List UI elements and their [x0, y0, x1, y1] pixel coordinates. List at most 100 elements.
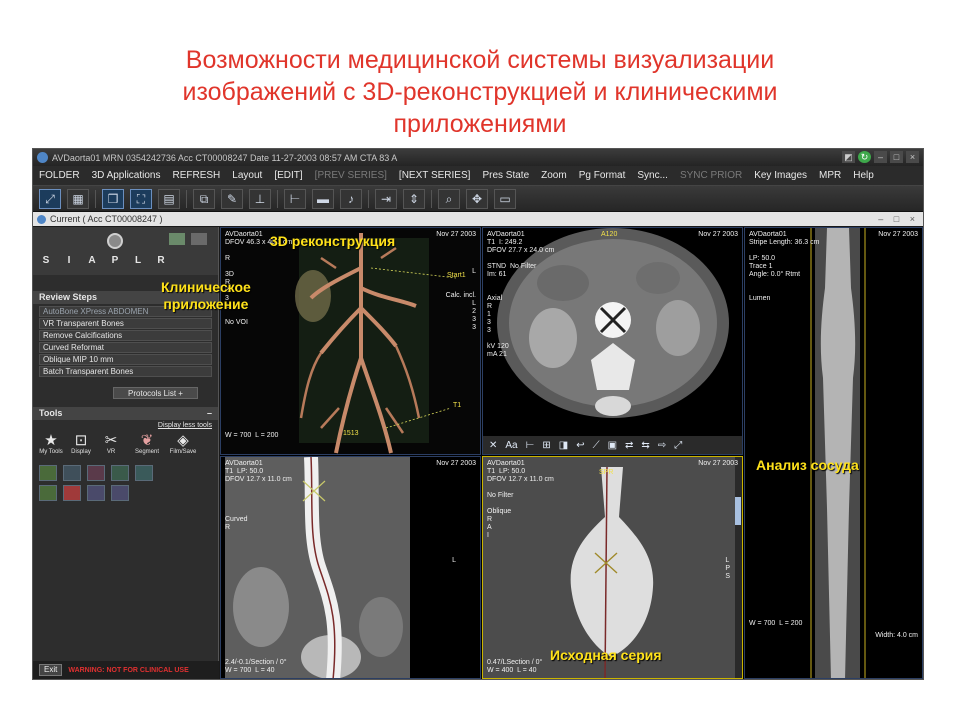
review-step-item[interactable]: Curved Reformat [39, 342, 212, 353]
refresh-icon[interactable]: ↻ [858, 151, 871, 163]
axis-icon[interactable]: ⊥ [249, 188, 271, 209]
viewport-curved-reformat[interactable]: AVDaorta01 T1 LP: 50.0 DFOV 12.7 x 11.0 … [220, 456, 481, 679]
grid-layout-icon[interactable]: ▦ [67, 188, 89, 209]
patient-table-icon[interactable]: ⛶ [130, 188, 152, 209]
film-strip-icon[interactable]: ▭ [494, 188, 516, 209]
menu-item-help[interactable]: Help [847, 170, 880, 181]
curved-orientation-label: L [452, 557, 456, 564]
viewport-3d-reconstruction[interactable]: AVDaorta01 DFOV 46.3 x 40.1 cm R 3D R 2 … [220, 227, 481, 455]
menu-item-sync[interactable]: Sync... [631, 170, 674, 181]
segment-tool-icon[interactable] [111, 465, 129, 481]
roi-icon[interactable]: ▣ [608, 440, 617, 451]
microphone-icon[interactable]: ♪ [340, 188, 362, 209]
up-down-icon[interactable]: ⇕ [403, 188, 425, 209]
zoom-icon[interactable]: ⌕ [438, 188, 460, 209]
menu-item-layout[interactable]: Layout [226, 170, 268, 181]
save-icon[interactable]: ▬ [312, 188, 334, 209]
menu-item-pg-format[interactable]: Pg Format [573, 170, 632, 181]
segment-tool-icon[interactable] [39, 465, 57, 481]
menu-item-sync-prior: SYNC PRIOR [679, 170, 743, 181]
orient-button-s[interactable]: S [39, 255, 53, 266]
collapse-icon[interactable]: – [207, 407, 212, 420]
my-tools-button[interactable]: ★ My Tools [39, 433, 63, 456]
film-save-tool-button[interactable]: ◈ Film/Save [170, 433, 197, 456]
arrow-right-icon[interactable]: ⇆ [641, 440, 649, 451]
copy-icon[interactable]: ⧉ [193, 188, 215, 209]
reformat-icon[interactable]: ⊞ [542, 440, 550, 451]
menu-item-edit[interactable]: [EDIT] [268, 170, 308, 181]
menu-item-pres-state[interactable]: Pres State [476, 170, 535, 181]
orient-button-i[interactable]: I [62, 255, 76, 266]
maximize-icon[interactable]: □ [890, 151, 903, 163]
menu-item-folder[interactable]: FOLDER [33, 170, 86, 181]
film-save-mini-icon[interactable] [191, 233, 207, 245]
review-step-item[interactable]: Remove Calcifications [39, 330, 212, 341]
segment-tool-icon[interactable] [87, 465, 105, 481]
segment-tool-icon[interactable] [39, 485, 57, 501]
orient-button-l[interactable]: L [131, 255, 145, 266]
display-less-tools-link[interactable]: Display less tools [33, 422, 218, 429]
ruler-icon[interactable]: ⊢ [284, 188, 306, 209]
display-tool-button[interactable]: ⊡ Display [69, 433, 93, 456]
exit-button[interactable]: Exit [39, 664, 63, 676]
menu-item-next-series[interactable]: [NEXT SERIES] [393, 170, 477, 181]
arrow-left-icon[interactable]: ⇄ [625, 440, 633, 451]
orientation-wheel-icon[interactable] [107, 233, 123, 249]
protocols-list-button[interactable]: Protocols List + [113, 387, 198, 399]
vr-icon: ✂ [104, 432, 118, 449]
menu-item-mpr[interactable]: MPR [813, 170, 847, 181]
tools-header: Tools – [33, 407, 218, 420]
measure-icon[interactable]: ⟋ [593, 440, 600, 451]
viewport-axial[interactable]: AVDaorta01 T1 I: 249.2 DFOV 27.7 x 24.0 … [482, 227, 743, 455]
menu-item-refresh[interactable]: REFRESH [167, 170, 227, 181]
toolbar-divider [431, 189, 432, 208]
callout-source-series: Исходная серия [550, 647, 662, 663]
vr-tool-button[interactable]: ✂ VR [99, 432, 123, 456]
menu-item-3d-applications[interactable]: 3D Applications [86, 170, 167, 181]
3d-icon[interactable]: ◨ [559, 440, 568, 451]
orientation-buttons: S I A P L R [39, 255, 168, 266]
review-step-item[interactable]: Oblique MIP 10 mm [39, 354, 212, 365]
display-icon[interactable] [169, 233, 185, 245]
text-annotation-icon[interactable]: ✕ [489, 440, 497, 451]
segment-tool-icon[interactable] [63, 485, 81, 501]
close-icon[interactable]: × [906, 151, 919, 163]
viewport-vessel-lumen[interactable]: AVDaorta01 Stripe Length: 36.3 cm LP: 50… [744, 227, 923, 679]
tool-label: Segment [134, 449, 159, 455]
font-icon[interactable]: Aa [505, 440, 517, 451]
cube-icon[interactable]: ❒ [102, 188, 124, 209]
export-icon[interactable]: ⇥ [375, 188, 397, 209]
oblique-overlay-date: Nov 27 2003 [698, 460, 738, 467]
menu-item-zoom[interactable]: Zoom [535, 170, 573, 181]
lumen-width: Width: 4.0 cm [875, 632, 918, 639]
film-icon[interactable]: ▤ [158, 188, 180, 209]
oblique-overlay-bottom-left: 0.47/LSection / 0° W = 400 L = 40 [487, 659, 543, 674]
wand-icon[interactable]: ✎ [221, 188, 243, 209]
vr-window-level: W = 700 L = 200 [225, 432, 279, 439]
minimize-icon[interactable]: – [874, 151, 887, 163]
segment-tool-icon[interactable] [111, 485, 129, 501]
document-controls[interactable]: – □ × [878, 214, 919, 224]
orient-button-p[interactable]: P [108, 255, 122, 266]
orient-button-a[interactable]: A [85, 255, 99, 266]
segment-tool-icon[interactable] [135, 465, 153, 481]
export-icon[interactable]: ⇨ [658, 440, 666, 451]
application-window: AVDaorta01 MRN 0354242736 Acc CT00008247… [32, 148, 924, 680]
ruler-icon[interactable]: ⊢ [526, 440, 535, 451]
menu-item-key-images[interactable]: Key Images [748, 170, 813, 181]
expand-icon[interactable]: ⤢ [674, 440, 682, 451]
viewport-oblique[interactable]: AVDaorta01 T1 LP: 50.0 DFOV 12.7 x 11.0 … [482, 456, 743, 679]
expand-icon[interactable]: ⤢ [39, 188, 61, 209]
segment-tool-icon[interactable] [87, 485, 105, 501]
segment-tool-row [33, 465, 218, 481]
tile-icon[interactable]: ◩ [842, 151, 855, 163]
segment-tool-icon[interactable] [63, 465, 81, 481]
review-step-item[interactable]: Batch Transparent Bones [39, 366, 212, 377]
review-steps-title: Review Steps [39, 292, 98, 302]
review-step-item[interactable]: VR Transparent Bones [39, 318, 212, 329]
orient-button-r[interactable]: R [154, 255, 168, 266]
segment-tool-button[interactable]: ❦ Segment [129, 433, 165, 456]
curve-icon[interactable]: ↩ [576, 440, 584, 451]
pan-icon[interactable]: ✥ [466, 188, 488, 209]
app-logo-icon [37, 152, 48, 163]
